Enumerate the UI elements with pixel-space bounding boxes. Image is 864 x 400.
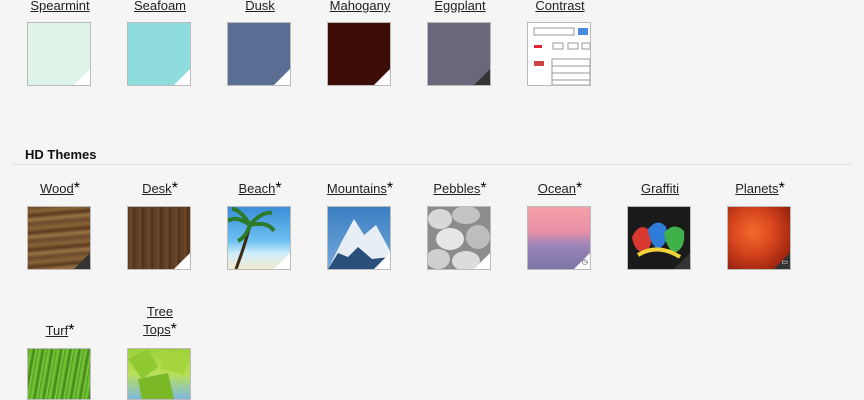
page-fold-icon <box>674 253 690 269</box>
theme-label[interactable]: Pebbles <box>433 181 480 196</box>
page-fold-icon <box>174 69 190 85</box>
theme-pebbles[interactable]: Pebbles* <box>410 180 510 198</box>
theme-thumb-desk[interactable] <box>127 206 191 270</box>
hd-star: * <box>778 180 785 197</box>
theme-thumb-tree-tops[interactable] <box>127 348 191 400</box>
theme-thumb-pebbles[interactable] <box>427 206 491 270</box>
hd-badge-icon: ▭ <box>781 259 788 266</box>
theme-label[interactable]: Eggplant <box>434 0 485 13</box>
page-fold-icon <box>474 253 490 269</box>
hd-star: * <box>386 180 394 197</box>
hd-star: * <box>576 180 583 197</box>
theme-label[interactable]: Turf <box>46 323 69 338</box>
theme-label-line1[interactable]: Tree <box>110 303 210 321</box>
theme-wood[interactable]: Wood* <box>10 180 110 198</box>
theme-thumb-turf[interactable] <box>27 348 91 400</box>
theme-thumb-mountains[interactable]: ▭ <box>327 206 391 270</box>
theme-label[interactable]: Contrast <box>535 0 584 13</box>
theme-thumb-contrast[interactable] <box>527 22 591 86</box>
hd-star: * <box>68 322 75 339</box>
theme-thumb-graffiti[interactable] <box>627 206 691 270</box>
clock-icon: ◷ <box>581 259 588 266</box>
hd-star: * <box>170 321 177 338</box>
theme-thumb-seafoam[interactable] <box>127 22 191 86</box>
hd-star: * <box>171 180 178 197</box>
hd-themes-heading: HD Themes <box>25 147 97 162</box>
theme-desk[interactable]: Desk* <box>110 180 210 198</box>
hd-star: * <box>275 180 282 197</box>
page-fold-icon <box>374 69 390 85</box>
theme-planets[interactable]: Planets* <box>710 180 810 198</box>
theme-dusk[interactable]: Dusk <box>210 0 310 15</box>
theme-label[interactable]: Wood <box>40 181 74 196</box>
section-divider <box>12 164 852 165</box>
theme-label[interactable]: Beach <box>238 181 275 196</box>
theme-label[interactable]: Seafoam <box>134 0 186 13</box>
theme-label[interactable]: Ocean <box>538 181 576 196</box>
theme-label[interactable]: Mountains <box>327 181 387 196</box>
theme-eggplant[interactable]: Eggplant <box>410 0 510 15</box>
theme-thumb-ocean[interactable]: ◷ <box>527 206 591 270</box>
theme-tree-tops[interactable]: Tree Tops* <box>110 303 210 339</box>
theme-label-line2[interactable]: Tops <box>143 322 170 337</box>
theme-thumb-spearmint[interactable] <box>27 22 91 86</box>
theme-thumb-beach[interactable]: ▭ <box>227 206 291 270</box>
theme-label[interactable]: Planets <box>735 181 778 196</box>
hd-badge-icon: ▭ <box>281 259 288 266</box>
hd-star: * <box>480 180 487 197</box>
page-fold-icon <box>74 253 90 269</box>
hd-star: * <box>73 180 80 197</box>
theme-ocean[interactable]: Ocean* <box>510 180 610 198</box>
theme-beach[interactable]: Beach* <box>210 180 310 198</box>
theme-seafoam[interactable]: Seafoam <box>110 0 210 15</box>
contrast-preview-icon <box>533 27 590 85</box>
theme-mahogany[interactable]: Mahogany <box>310 0 410 15</box>
page-fold-icon <box>474 69 490 85</box>
theme-thumb-dusk[interactable] <box>227 22 291 86</box>
theme-label[interactable]: Spearmint <box>30 0 89 13</box>
theme-turf[interactable]: Turf* <box>10 322 110 340</box>
page-fold-icon <box>274 69 290 85</box>
page-fold-icon <box>174 253 190 269</box>
theme-graffiti[interactable]: Graffiti <box>610 180 710 198</box>
hd-badge-icon: ▭ <box>381 259 388 266</box>
theme-thumb-mahogany[interactable] <box>327 22 391 86</box>
theme-mountains[interactable]: Mountains* <box>310 180 410 198</box>
theme-label[interactable]: Graffiti <box>641 181 679 196</box>
theme-label[interactable]: Mahogany <box>330 0 391 13</box>
page-fold-icon <box>74 69 90 85</box>
theme-thumb-eggplant[interactable] <box>427 22 491 86</box>
theme-label[interactable]: Desk <box>142 181 172 196</box>
theme-spearmint[interactable]: Spearmint <box>10 0 110 15</box>
theme-thumb-planets[interactable]: ▭ <box>727 206 791 270</box>
theme-label[interactable]: Dusk <box>245 0 275 13</box>
theme-thumb-wood[interactable] <box>27 206 91 270</box>
theme-contrast[interactable]: Contrast <box>510 0 610 15</box>
leaves-icon <box>128 349 190 399</box>
